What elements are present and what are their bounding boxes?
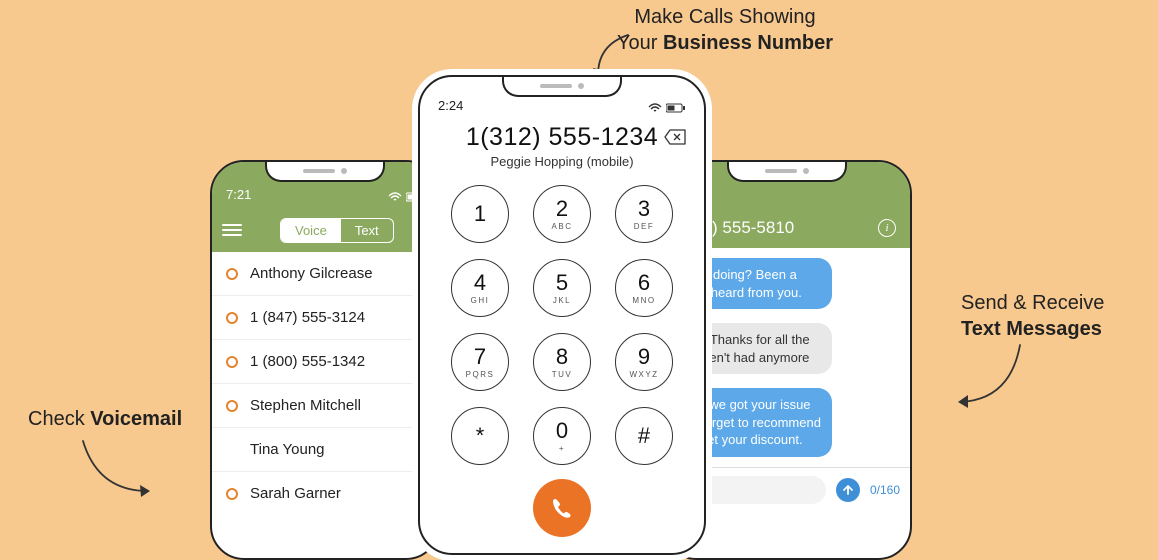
dial-key-letters: MNO [632,296,655,305]
status-time: 7:21 [226,187,251,202]
dialed-display: 1(312) 555-1234 Peggie Hopping (mobile) [420,123,704,169]
info-icon[interactable]: i [878,219,896,237]
battery-icon [666,103,686,113]
dial-key-digit: 1 [474,203,486,225]
phone-voicemail: 7:21 Voice Text Anthony Gilcrease 1 (847)… [210,160,440,560]
unread-dot-icon [226,488,238,500]
unread-dot-icon [226,268,238,280]
backspace-button[interactable] [664,129,686,150]
voicemail-item[interactable]: Anthony Gilcrease [212,252,438,295]
caption-voicemail-b: Voicemail [90,408,182,430]
dial-key-8[interactable]: 8 TUV [533,333,591,391]
voicemail-item-label: Sarah Garner [250,485,341,502]
arrow-to-right-icon [950,340,1040,420]
unread-dot-icon [226,356,238,368]
dial-key-digit: 8 [556,346,568,368]
caption-voicemail-a: Check [28,408,90,430]
dial-key-digit: # [638,425,650,447]
dial-key-letters: WXYZ [629,370,658,379]
dial-key-digit: 7 [474,346,486,368]
voice-text-segmented[interactable]: Voice Text [280,218,394,243]
dial-key-digit: 5 [556,272,568,294]
arrow-to-left-icon [78,436,168,506]
phone-icon [549,495,575,521]
backspace-icon [664,129,686,145]
dial-key-letters: ABC [552,222,573,231]
voicemail-item[interactable]: Tina Young [212,427,438,471]
caption-calls-line1: Make Calls Showing [634,6,815,28]
dial-key-digit: 4 [474,272,486,294]
dial-key-digit: 3 [638,198,650,220]
voicemail-item-label: 1 (847) 555-3124 [250,309,365,326]
voicemail-item[interactable]: Sarah Garner [212,471,438,515]
dial-key-letters: DEF [634,222,655,231]
dial-key-letters: + [559,444,565,453]
status-time: 2:24 [438,98,463,113]
dial-key-digit: 6 [638,272,650,294]
voicemail-item-label: Anthony Gilcrease [250,265,373,282]
dial-key-2[interactable]: 2 ABC [533,185,591,243]
dial-key-7[interactable]: 7 PQRS [451,333,509,391]
call-button[interactable] [533,479,591,537]
voicemail-item[interactable]: Stephen Mitchell [212,383,438,427]
dial-key-digit: 0 [556,420,568,442]
notch-icon [265,162,385,182]
tab-voice[interactable]: Voice [281,219,341,242]
caption-texts: Send & Receive Text Messages [961,290,1104,342]
voicemail-item[interactable]: 1 (800) 555-1342 [212,339,438,383]
send-button[interactable] [836,478,860,502]
phone-dialer: 2:24 1(312) 555-1234 Peggie Hopping (mob… [418,75,706,555]
dial-key-letters: TUV [552,370,573,379]
voicemail-item-label: Stephen Mitchell [250,397,361,414]
voicemail-list: Anthony Gilcrease 1 (847) 555-3124 1 (800)… [212,252,438,515]
voicemail-item[interactable]: 1 (847) 555-3124 [212,295,438,339]
matched-contact: Peggie Hopping (mobile) [420,154,704,169]
caption-texts-line2: Text Messages [961,318,1102,340]
dialed-number: 1(312) 555-1234 [420,123,704,152]
wifi-icon [648,103,662,113]
dial-key-#[interactable]: # [615,407,673,465]
voicemail-item-label: 1 (800) 555-1342 [250,353,365,370]
dial-key-9[interactable]: 9 WXYZ [615,333,673,391]
menu-icon[interactable] [222,224,242,236]
dial-key-letters: PQRS [466,370,495,379]
dial-key-0[interactable]: 0+ [533,407,591,465]
dial-key-3[interactable]: 3 DEF [615,185,673,243]
notch-icon [727,162,847,182]
caption-calls-line2b: Business Number [663,32,833,54]
caption-texts-line1: Send & Receive [961,292,1104,314]
status-icons [648,103,686,113]
wifi-icon [388,192,402,202]
dial-key-digit: * [476,425,485,447]
unread-dot-icon [226,400,238,412]
tab-text[interactable]: Text [341,219,393,242]
dial-key-6[interactable]: 6 MNO [615,259,673,317]
dial-key-digit: 2 [556,198,568,220]
notch-icon [502,77,622,97]
voicemail-toolbar: Voice Text [212,208,438,252]
dial-key-letters: GHI [471,296,490,305]
dial-key-*[interactable]: * [451,407,509,465]
unread-dot-icon [226,312,238,324]
char-counter: 0/160 [870,483,900,497]
dial-key-digit: 9 [638,346,650,368]
dial-key-1[interactable]: 1 [451,185,509,243]
caption-voicemail: Check Voicemail [28,408,182,431]
dial-key-4[interactable]: 4 GHI [451,259,509,317]
dialer-keypad: 12ABC3DEF4GHI5JKL6MNO7PQRS8TUV9WXYZ*0+# [420,185,704,465]
arrow-up-icon [842,484,854,496]
dial-key-letters: JKL [553,296,571,305]
voicemail-item-label: Tina Young [250,441,325,458]
dial-key-5[interactable]: 5 JKL [533,259,591,317]
